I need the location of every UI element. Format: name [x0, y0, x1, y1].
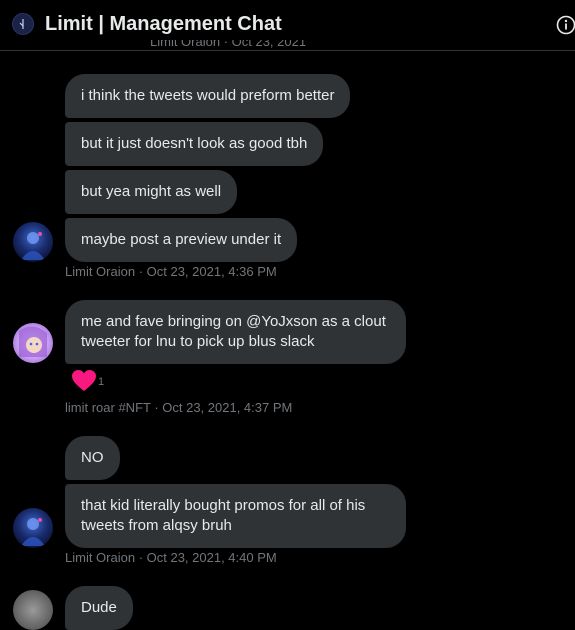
message-meta: Limit Oraion · Oct 23, 2021, 4:36 PM: [65, 264, 277, 279]
message-bubble[interactable]: Dude: [65, 586, 133, 630]
group-avatar-icon[interactable]: [12, 13, 34, 35]
reaction-count: 1: [98, 376, 105, 388]
heart-icon[interactable]: [71, 369, 97, 398]
message-bubble[interactable]: i think the tweets would preform better: [65, 74, 351, 118]
avatar-limit-roar[interactable]: [13, 323, 53, 363]
message-meta: limit roar #NFT · Oct 23, 2021, 4:37 PM: [65, 400, 293, 415]
message-bubble[interactable]: me and fave bringing on @YoJxson as a cl…: [65, 300, 406, 364]
message-bubble[interactable]: maybe post a preview under it: [65, 218, 298, 262]
message-bubble[interactable]: that kid literally bought promos for all…: [65, 484, 406, 548]
message-bubble[interactable]: but it just doesn't look as good tbh: [65, 122, 324, 166]
conversation-header: Limit | Management Chat Limit Oraion · O…: [0, 0, 575, 51]
message-bubble[interactable]: NO: [65, 436, 120, 480]
avatar-limit-oraion[interactable]: [13, 222, 53, 262]
scrolled-message-meta: Limit Oraion · Oct 23, 2021: [150, 40, 307, 49]
message-meta: Limit Oraion · Oct 23, 2021, 4:40 PM: [65, 550, 277, 565]
info-icon[interactable]: [556, 15, 575, 40]
avatar-limit-oraion[interactable]: [13, 508, 53, 548]
conversation-title: Limit | Management Chat: [45, 13, 282, 35]
message-bubble[interactable]: but yea might as well: [65, 170, 238, 214]
avatar-partial[interactable]: [13, 590, 53, 630]
